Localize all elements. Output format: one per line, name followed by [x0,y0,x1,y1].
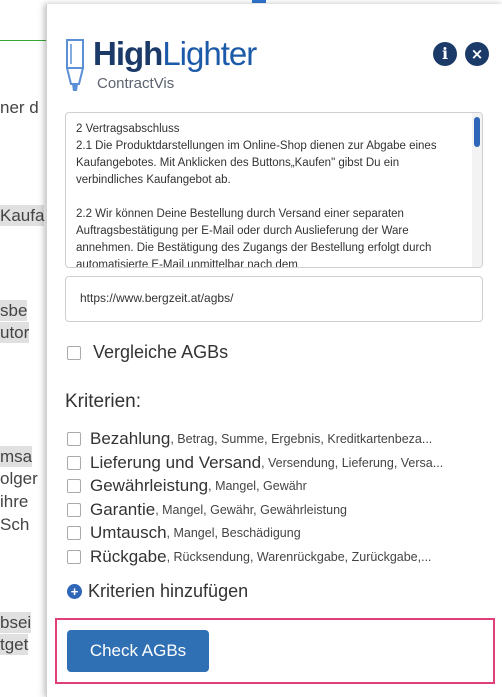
criteria-name: Bezahlung [90,429,171,448]
criteria-checkbox[interactable] [67,479,81,494]
logo-title: HighLighter [93,34,257,74]
logo-title-high: High [93,35,163,72]
contract-text: 2 Vertragsabschluss 2.1 Die Produktdarst… [76,121,462,268]
criteria-name: Rückgabe [90,546,167,566]
close-icon[interactable]: × [465,42,489,66]
criteria-item-bezahlung[interactable]: Bezahlung, Betrag, Summe, Ergebnis, Kred… [67,428,493,450]
criteria-name: Lieferung und Versand [90,452,262,472]
contract-text-area[interactable]: 2 Vertragsabschluss 2.1 Die Produktdarst… [65,112,483,268]
check-button-highlight-frame: Check AGBs [55,618,495,684]
criteria-title: Kriterien: [65,391,142,412]
criteria-keywords: , Rücksendung, Warenrückgabe, Zurückgabe… [166,549,432,564]
highlighter-popup: HighLighter ContractVis i × 2 Vertragsab… [46,4,502,697]
contract-paragraph: 2 Vertragsabschluss 2.1 Die Produktdarst… [76,123,437,186]
url-input[interactable] [78,290,472,306]
criteria-name: Gewährleistung [90,476,209,496]
compare-checkbox[interactable] [67,345,81,360]
background-text: ihre [0,492,29,511]
criteria-list: Bezahlung, Betrag, Summe, Ergebnis, Kred… [67,428,493,570]
contract-paragraph: 2.2 Wir können Deine Bestellung durch Ve… [76,208,432,268]
background-link-underline [252,0,266,3]
criteria-keywords: , Versendung, Lieferung, Versa... [261,455,444,470]
criteria-item-lieferung[interactable]: Lieferung und Versand, Versendung, Liefe… [67,452,493,474]
criteria-item-umtausch[interactable]: Umtausch, Mangel, Beschädigung [67,522,493,544]
criteria-checkbox[interactable] [67,455,81,470]
logo-subtitle: ContractVis [97,75,175,92]
compare-label: Vergleiche AGBs [93,342,229,362]
criteria-keywords: , Betrag, Summe, Ergebnis, Kreditkartenb… [170,432,433,446]
scrollbar-thumb[interactable] [474,117,480,147]
info-icon[interactable]: i [433,42,457,66]
criteria-keywords: , Mangel, Beschädigung [166,526,301,541]
criteria-keywords: , Mangel, Gewähr [208,479,307,494]
criteria-item-rueckgabe[interactable]: Rückgabe, Rücksendung, Warenrückgabe, Zu… [67,546,493,568]
header-actions: i × [433,42,489,66]
background-text: bsei [0,612,32,633]
criteria-item-gewaehrleistung[interactable]: Gewährleistung, Mangel, Gewähr [67,475,493,497]
background-text: utor [0,322,30,343]
background-text: tget [0,634,29,655]
criteria-checkbox[interactable] [67,502,81,517]
background-text: sbe [0,300,28,321]
highlighter-pen-icon [65,39,85,91]
url-field[interactable] [65,276,483,322]
scrollbar[interactable] [472,113,482,267]
background-text: olger [0,469,38,488]
background-text: ner d [0,98,39,117]
compare-agbs-option[interactable]: Vergleiche AGBs [67,342,228,363]
criteria-checkbox[interactable] [67,432,81,446]
background-divider [0,40,46,41]
background-text: msa [0,446,33,467]
logo: HighLighter ContractVis [63,34,263,98]
criteria-name: Garantie [90,499,156,519]
criteria-checkbox[interactable] [67,549,81,564]
background-text: Kaufa [0,205,45,226]
logo-title-lighter: Lighter [162,35,257,72]
check-agbs-button[interactable]: Check AGBs [67,630,209,672]
background-text: Sch [0,515,30,534]
criteria-checkbox[interactable] [67,526,81,541]
criteria-item-garantie[interactable]: Garantie, Mangel, Gewähr, Gewährleistung [67,499,493,521]
criteria-name: Umtausch [90,523,167,543]
add-criteria-label: Kriterien hinzufügen [88,581,249,601]
background-page: ner d Kaufa sbe utor msa olger ihre Sch … [0,0,46,697]
plus-circle-icon: + [67,584,82,599]
criteria-keywords: , Mangel, Gewähr, Gewährleistung [155,502,347,517]
add-criteria-link[interactable]: + Kriterien hinzufügen [67,581,248,602]
